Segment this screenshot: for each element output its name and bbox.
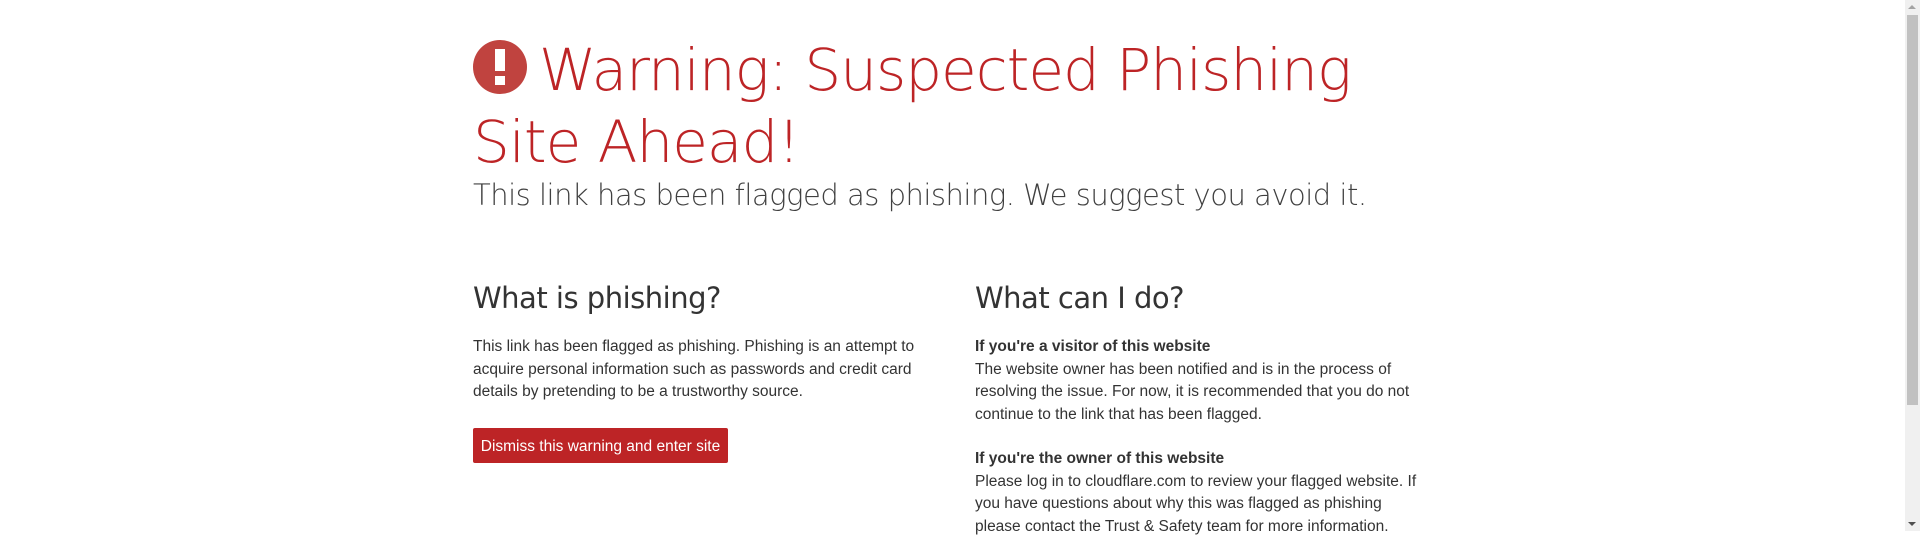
what-is-phishing-section: What is phishing? This link has been fla… [473, 278, 923, 463]
owner-title: If you're the owner of this website [975, 450, 1225, 467]
vertical-scrollbar[interactable] [1905, 0, 1920, 531]
visitor-body: The website owner has been notified and … [975, 360, 1410, 423]
section-body: This link has been flagged as phishing. … [473, 338, 915, 400]
dismiss-warning-button[interactable]: Dismiss this warning and enter site [473, 427, 728, 463]
visitor-info: If you're a visitor of this website The w… [975, 336, 1425, 426]
owner-info: If you're the owner of this website Pleas… [975, 448, 1425, 538]
title-text: Warning: Suspected Phishing Site Ahead! [473, 36, 1352, 176]
owner-body: Please log in to cloudflare.com to revie… [975, 472, 1417, 535]
section-heading: What can I do? [975, 281, 1185, 315]
section-heading: What is phishing? [473, 281, 721, 315]
page-subtitle: This link has been flagged as phishing. … [473, 178, 1367, 212]
scroll-up-arrow-icon[interactable] [1908, 5, 1916, 9]
scroll-down-arrow-icon[interactable] [1908, 522, 1916, 526]
what-can-i-do-section: What can I do? If you're a visitor of th… [975, 278, 1425, 538]
visitor-title: If you're a visitor of this website [975, 338, 1211, 355]
page-title: Warning: Suspected Phishing Site Ahead! [473, 34, 1433, 178]
exclamation-circle-icon [473, 40, 527, 94]
scrollbar-thumb[interactable] [1907, 15, 1918, 405]
